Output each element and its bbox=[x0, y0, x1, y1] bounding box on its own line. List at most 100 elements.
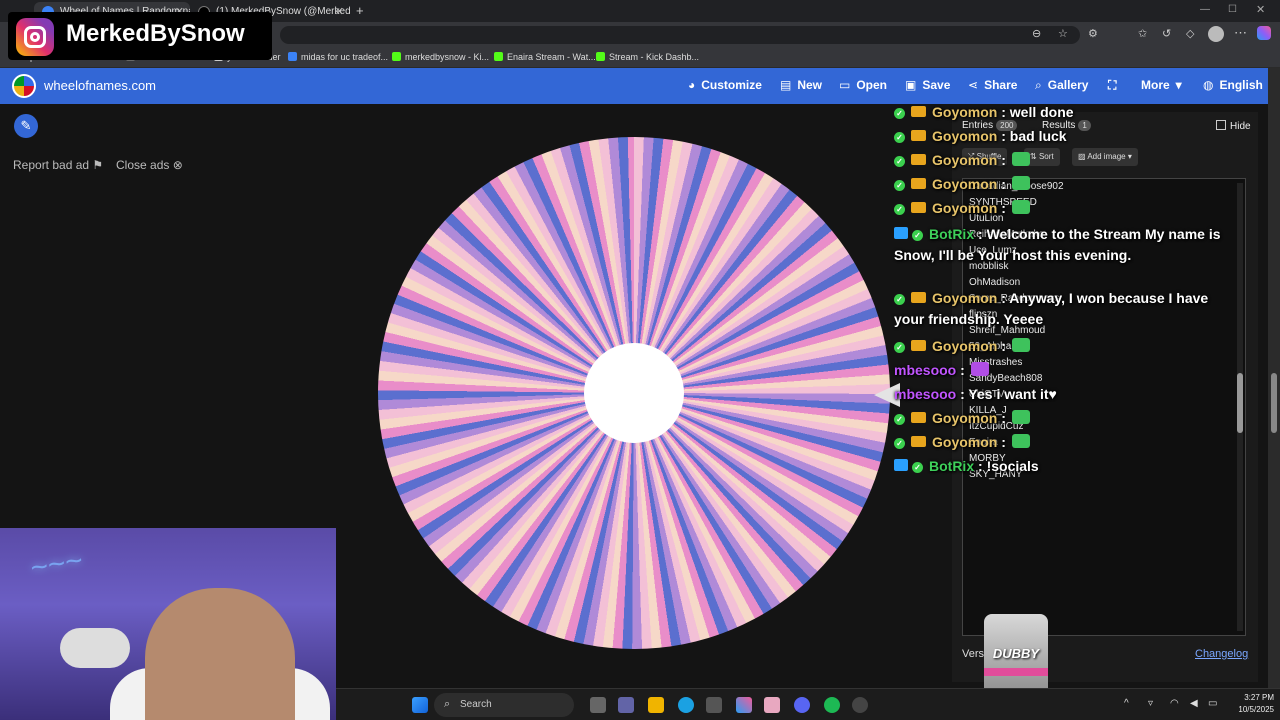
palette-icon: ◕ bbox=[688, 78, 696, 92]
site-header: wheelofnames.com ◕ Customize ▤ New ▭ Open ▣… bbox=[0, 68, 1268, 104]
chat-message: ✓ Goyomon : well done bbox=[894, 102, 1224, 123]
bot-badge-icon bbox=[894, 227, 908, 239]
history-icon[interactable]: ↺ bbox=[1162, 27, 1171, 40]
wheel-center-hub[interactable] bbox=[584, 343, 684, 443]
bookmark-item[interactable]: Stream - Kick Dashb... bbox=[596, 52, 699, 62]
emote-icon bbox=[1011, 410, 1030, 424]
verified-badge-icon: ✓ bbox=[894, 204, 905, 215]
battery-icon[interactable]: ▭ bbox=[1208, 698, 1217, 709]
windows-start-icon[interactable] bbox=[412, 697, 428, 713]
crown-badge-icon bbox=[911, 130, 926, 141]
teams-icon[interactable] bbox=[618, 697, 634, 713]
site-logo-text[interactable]: wheelofnames.com bbox=[44, 78, 156, 93]
chat-text: : Yes i want it♥ bbox=[960, 386, 1057, 402]
verified-badge-icon: ✓ bbox=[912, 462, 923, 473]
spotify-icon[interactable] bbox=[824, 697, 840, 713]
product-band bbox=[984, 668, 1048, 676]
emote-icon bbox=[1011, 200, 1030, 214]
report-ad-link[interactable]: Report bad ad ⚑ bbox=[13, 158, 103, 172]
edit-pen-icon[interactable]: ✎ bbox=[14, 114, 38, 138]
shield-icon[interactable]: ◇ bbox=[1186, 27, 1194, 40]
network-icon[interactable]: ▿ bbox=[1148, 698, 1153, 709]
search-icon: ⌕ bbox=[1035, 78, 1042, 92]
extensions-icon[interactable]: ⚙ bbox=[1088, 27, 1098, 40]
new-button[interactable]: ▤ New bbox=[780, 78, 822, 92]
language-button[interactable]: ◍ English bbox=[1203, 78, 1263, 92]
wifi-icon[interactable]: ◠ bbox=[1170, 698, 1179, 709]
chat-message: ✓ Goyomon : bad luck bbox=[894, 126, 1224, 147]
crown-badge-icon bbox=[911, 412, 926, 423]
favorites-icon[interactable]: ✩ bbox=[1138, 27, 1147, 40]
chat-text: : bbox=[1001, 338, 1006, 354]
minimize-button[interactable]: — bbox=[1200, 4, 1210, 15]
chat-message: ✓ Goyomon : bbox=[894, 198, 1224, 219]
copilot-app-icon[interactable] bbox=[736, 697, 752, 713]
new-tab-button[interactable]: + bbox=[356, 3, 364, 18]
emote-icon bbox=[1011, 434, 1030, 448]
more-menu-button[interactable]: More ▾ bbox=[1141, 78, 1182, 92]
clock-time: 3:27 PM bbox=[1244, 693, 1274, 702]
chat-username: Goyomon bbox=[932, 434, 998, 450]
windows-taskbar: ⌕ Search ^ ▿ ◠ ◀ ▭ 3:27 PM 10/5/2025 bbox=[336, 688, 1280, 720]
customize-button[interactable]: ◕ Customize bbox=[688, 78, 762, 92]
store-icon[interactable] bbox=[706, 697, 722, 713]
microphone bbox=[60, 628, 130, 668]
chat-username: mbesooo bbox=[894, 386, 957, 402]
chat-username: Goyomon bbox=[932, 128, 998, 144]
favorite-star-icon[interactable]: ☆ bbox=[1058, 27, 1068, 40]
share-button[interactable]: ⋖ Share bbox=[968, 78, 1017, 92]
bookmark-item[interactable]: merkedbysnow - Ki... bbox=[392, 52, 489, 62]
close-window-button[interactable]: ✕ bbox=[1256, 3, 1265, 16]
save-button[interactable]: ▣ Save bbox=[905, 78, 950, 92]
gallery-button[interactable]: ⌕ Gallery bbox=[1035, 78, 1088, 93]
discord-icon[interactable] bbox=[794, 697, 810, 713]
entries-scrollbar-thumb[interactable] bbox=[1237, 373, 1243, 433]
changelog-link[interactable]: Changelog bbox=[1195, 648, 1248, 660]
neon-sign: ~~~ bbox=[27, 543, 85, 586]
wheel-logo-icon[interactable] bbox=[12, 74, 36, 98]
chat-text: : bbox=[1001, 200, 1006, 216]
name-wheel[interactable] bbox=[378, 137, 890, 649]
close-ads-link[interactable]: Close ads ⊗ bbox=[116, 158, 183, 172]
task-view-icon[interactable] bbox=[590, 697, 606, 713]
clock-date: 10/5/2025 bbox=[1238, 705, 1274, 714]
chat-message: ✓ Goyomon : bbox=[894, 336, 1224, 357]
bookmark-item[interactable]: Enaira Stream - Wat... bbox=[494, 52, 596, 62]
maximize-button[interactable]: ☐ bbox=[1228, 4, 1237, 15]
edge-browser-icon[interactable] bbox=[678, 697, 694, 713]
product-label: DUBBY bbox=[992, 646, 1040, 661]
taskbar-clock[interactable]: 3:27 PM 10/5/2025 bbox=[1222, 692, 1274, 716]
app-icon[interactable] bbox=[764, 697, 780, 713]
fullscreen-button[interactable]: ⛶ bbox=[1108, 78, 1116, 93]
folder-icon: ▭ bbox=[839, 78, 851, 92]
reader-icon[interactable]: ⊖ bbox=[1032, 27, 1041, 40]
page-scrollbar[interactable] bbox=[1268, 68, 1280, 688]
verified-badge-icon: ✓ bbox=[894, 108, 905, 119]
profile-avatar[interactable] bbox=[1208, 26, 1224, 42]
menu-dots-icon[interactable]: ⋯ bbox=[1234, 25, 1247, 41]
volume-icon[interactable]: ◀ bbox=[1190, 698, 1198, 709]
bookmark-item[interactable]: midas for uc tradeof... bbox=[288, 52, 388, 62]
stream-chat-overlay: ✓ Goyomon : well done ✓ Goyomon : bad luck ✓… bbox=[894, 102, 1224, 482]
bot-badge-icon bbox=[894, 459, 908, 471]
file-explorer-icon[interactable] bbox=[648, 697, 664, 713]
close-tab-icon[interactable]: ✕ bbox=[335, 5, 344, 18]
copilot-icon[interactable] bbox=[1257, 26, 1271, 40]
crown-badge-icon bbox=[911, 292, 926, 303]
obs-icon[interactable] bbox=[852, 697, 868, 713]
url-field[interactable] bbox=[280, 26, 1080, 44]
chat-text: : bbox=[960, 362, 965, 378]
instagram-handle: MerkedBySnow bbox=[66, 20, 245, 47]
scrollbar-thumb[interactable] bbox=[1271, 373, 1277, 433]
chat-username: Goyomon bbox=[932, 176, 998, 192]
tray-chevron-icon[interactable]: ^ bbox=[1124, 698, 1129, 709]
crown-badge-icon bbox=[911, 340, 926, 351]
entries-scrollbar[interactable] bbox=[1237, 183, 1243, 631]
verified-badge-icon: ✓ bbox=[894, 414, 905, 425]
taskbar-search-input[interactable]: ⌕ Search bbox=[434, 693, 574, 717]
chat-text: : bbox=[1001, 434, 1006, 450]
chat-message: mbesooo : bbox=[894, 360, 1224, 381]
chat-message: ✓ Goyomon : Anyway, I won because I have … bbox=[894, 288, 1224, 330]
open-button[interactable]: ▭ Open bbox=[839, 78, 887, 92]
streamer-face bbox=[145, 588, 295, 720]
